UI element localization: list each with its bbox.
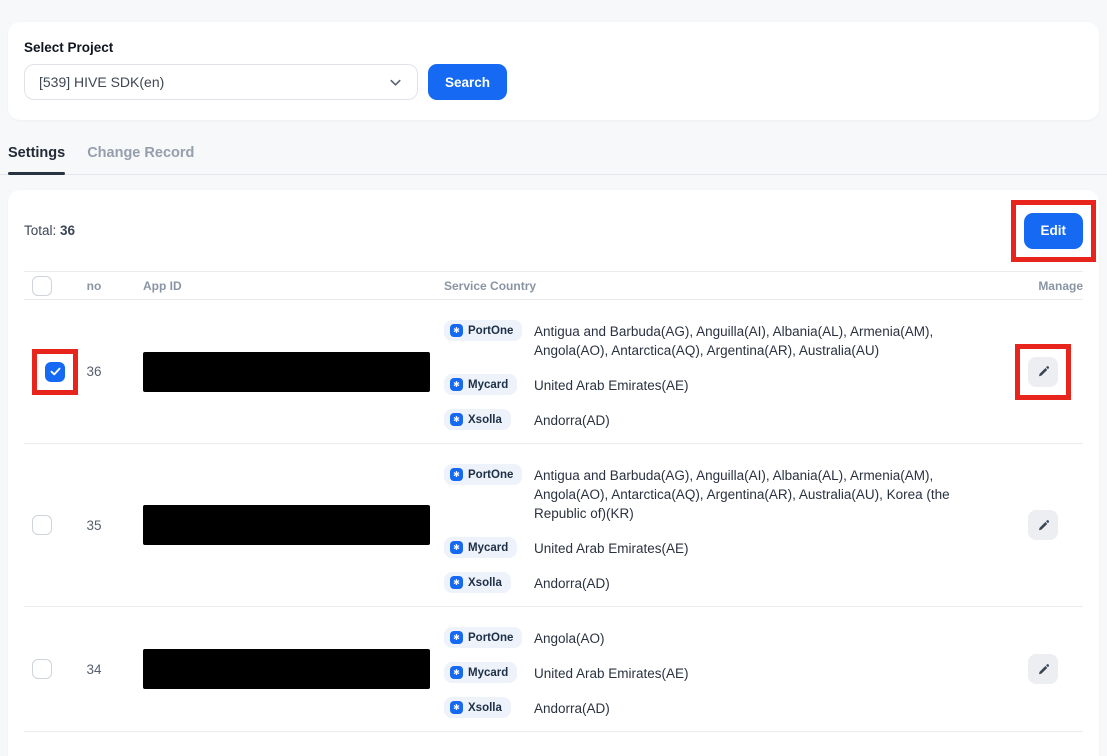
table-toolbar: Total: 36 Edit: [24, 190, 1083, 271]
service-countries: Andorra(AD): [534, 572, 610, 593]
redacted-app-id: [143, 352, 430, 392]
search-button[interactable]: Search: [428, 64, 507, 100]
provider-icon: ✱: [450, 666, 463, 679]
service-countries: United Arab Emirates(AE): [534, 374, 689, 395]
service-countries: United Arab Emirates(AE): [534, 662, 689, 683]
provider-badge-portone: ✱PortOne: [444, 320, 522, 341]
tab-bar: Settings Change Record: [0, 145, 1107, 175]
redacted-app-id: [143, 649, 430, 689]
service-entry: ✱Mycard United Arab Emirates(AE): [444, 374, 1003, 395]
service-entry: ✱Xsolla Andorra(AD): [444, 409, 1003, 430]
service-countries: United Arab Emirates(AE): [534, 537, 689, 558]
provider-icon: ✱: [450, 541, 463, 554]
service-countries: Andorra(AD): [534, 409, 610, 430]
row-number: 35: [68, 518, 120, 533]
provider-icon: ✱: [450, 324, 463, 337]
table-row: 35 ✱PortOne Antigua and Barbuda(AG), Ang…: [24, 443, 1083, 606]
pencil-icon: [1037, 365, 1050, 378]
project-select-value: [539] HIVE SDK(en): [39, 74, 164, 90]
provider-badge-mycard: ✱Mycard: [444, 537, 517, 558]
tab-change-record[interactable]: Change Record: [87, 145, 194, 174]
select-project-panel: Select Project [539] HIVE SDK(en) Search: [8, 22, 1099, 120]
column-header-no: no: [68, 279, 120, 293]
table-row: ✱PortOne Germany(DE), France(FR), Korea …: [24, 731, 1083, 756]
provider-icon: ✱: [450, 413, 463, 426]
provider-badge-xsolla: ✱Xsolla: [444, 409, 511, 430]
provider-badge-portone: ✱PortOne: [444, 627, 522, 648]
column-header-manage: Manage: [1003, 279, 1083, 293]
check-icon: [50, 367, 61, 376]
settings-panel: Total: 36 Edit no App ID Service Country…: [8, 190, 1099, 756]
row-checkbox[interactable]: [45, 362, 65, 382]
row-number: 34: [68, 662, 120, 677]
service-entry: ✱PortOne Antigua and Barbuda(AG), Anguil…: [444, 320, 1003, 360]
pencil-icon: [1037, 663, 1050, 676]
edit-button-annotation: Edit: [1011, 200, 1097, 262]
project-select[interactable]: [539] HIVE SDK(en): [24, 64, 418, 100]
service-entry: ✱PortOne Angola(AO): [444, 627, 1003, 648]
provider-icon: ✱: [450, 468, 463, 481]
row-edit-button[interactable]: [1028, 510, 1058, 540]
provider-icon: ✱: [450, 631, 463, 644]
row-edit-button[interactable]: [1028, 357, 1058, 387]
table-body: 36 ✱PortOne Antigua and Barbuda(AG), Ang…: [24, 300, 1083, 756]
service-countries: Andorra(AD): [534, 697, 610, 718]
provider-badge-portone: ✱PortOne: [444, 464, 522, 485]
tab-settings[interactable]: Settings: [8, 145, 65, 174]
pencil-icon: [1037, 519, 1050, 532]
service-entry: ✱Mycard United Arab Emirates(AE): [444, 662, 1003, 683]
provider-icon: ✱: [450, 378, 463, 391]
row-checkbox[interactable]: [32, 515, 52, 535]
table-row: 34 ✱PortOne Angola(AO) ✱Mycard United Ar…: [24, 606, 1083, 731]
service-entry: ✱Mycard United Arab Emirates(AE): [444, 537, 1003, 558]
provider-icon: ✱: [450, 701, 463, 714]
service-countries: Antigua and Barbuda(AG), Anguilla(AI), A…: [534, 464, 1003, 523]
service-countries: Antigua and Barbuda(AG), Anguilla(AI), A…: [534, 320, 1003, 360]
checkbox-annotation: [32, 349, 78, 395]
provider-badge-xsolla: ✱Xsolla: [444, 697, 511, 718]
service-entry: ✱Xsolla Andorra(AD): [444, 572, 1003, 593]
service-entry: ✱Xsolla Andorra(AD): [444, 697, 1003, 718]
manage-button-annotation: [1015, 344, 1071, 400]
select-project-label: Select Project: [24, 40, 1083, 55]
page: Select Project [539] HIVE SDK(en) Search…: [0, 22, 1107, 756]
row-checkbox[interactable]: [32, 659, 52, 679]
total-count: Total: 36: [24, 223, 75, 238]
service-countries: Angola(AO): [534, 627, 605, 648]
edit-button[interactable]: Edit: [1024, 213, 1084, 249]
provider-badge-mycard: ✱Mycard: [444, 662, 517, 683]
table-header: no App ID Service Country Manage: [24, 271, 1083, 300]
provider-badge-mycard: ✱Mycard: [444, 374, 517, 395]
provider-badge-xsolla: ✱Xsolla: [444, 572, 511, 593]
row-edit-button[interactable]: [1028, 654, 1058, 684]
chevron-down-icon: [388, 75, 403, 90]
redacted-app-id: [143, 505, 430, 545]
provider-icon: ✱: [450, 576, 463, 589]
select-all-checkbox[interactable]: [32, 276, 52, 296]
table-row: 36 ✱PortOne Antigua and Barbuda(AG), Ang…: [24, 300, 1083, 443]
service-entry: ✱PortOne Antigua and Barbuda(AG), Anguil…: [444, 464, 1003, 523]
column-header-app-id: App ID: [120, 279, 444, 293]
column-header-service-country: Service Country: [444, 279, 1003, 293]
